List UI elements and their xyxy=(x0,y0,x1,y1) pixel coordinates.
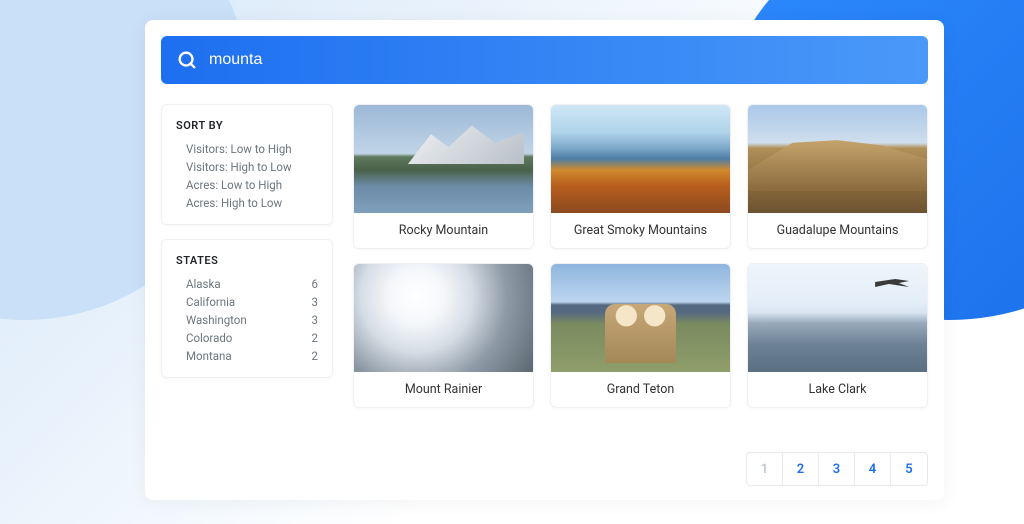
page-number[interactable]: 3 xyxy=(819,453,855,485)
result-title: Great Smoky Mountains xyxy=(551,213,730,248)
state-name: Alaska xyxy=(186,277,221,291)
result-thumbnail xyxy=(748,264,927,372)
search-icon xyxy=(165,49,209,71)
state-name: Montana xyxy=(186,349,232,363)
result-card[interactable]: Great Smoky Mountains xyxy=(550,104,731,249)
result-thumbnail xyxy=(551,264,730,372)
result-title: Guadalupe Mountains xyxy=(748,213,927,248)
states-title: STATES xyxy=(176,254,318,267)
content-row: SORT BY Visitors: Low to High Visitors: … xyxy=(161,104,928,408)
result-card[interactable]: Lake Clark xyxy=(747,263,928,408)
sort-option[interactable]: Visitors: Low to High xyxy=(186,142,318,156)
main-panel: SORT BY Visitors: Low to High Visitors: … xyxy=(145,20,944,500)
page-number[interactable]: 4 xyxy=(855,453,891,485)
states-card: STATES Alaska 6 California 3 Washington … xyxy=(161,239,333,378)
result-card[interactable]: Guadalupe Mountains xyxy=(747,104,928,249)
sort-option[interactable]: Acres: Low to High xyxy=(186,178,318,192)
result-title: Rocky Mountain xyxy=(354,213,533,248)
state-filter[interactable]: Montana 2 xyxy=(186,349,318,363)
result-thumbnail xyxy=(551,105,730,213)
sidebar: SORT BY Visitors: Low to High Visitors: … xyxy=(161,104,333,408)
state-count: 3 xyxy=(312,313,318,327)
state-name: Washington xyxy=(186,313,247,327)
page-number-current: 1 xyxy=(747,453,783,485)
result-card[interactable]: Grand Teton xyxy=(550,263,731,408)
state-count: 3 xyxy=(312,295,318,309)
sort-option[interactable]: Acres: High to Low xyxy=(186,196,318,210)
state-name: Colorado xyxy=(186,331,232,345)
state-filter[interactable]: Washington 3 xyxy=(186,313,318,327)
state-filter[interactable]: California 3 xyxy=(186,295,318,309)
result-title: Lake Clark xyxy=(748,372,927,407)
state-name: California xyxy=(186,295,235,309)
sort-title: SORT BY xyxy=(176,119,318,132)
pagination: 1 2 3 4 5 xyxy=(746,452,928,486)
search-input[interactable] xyxy=(209,51,924,69)
state-filter[interactable]: Colorado 2 xyxy=(186,331,318,345)
result-title: Grand Teton xyxy=(551,372,730,407)
state-count: 2 xyxy=(312,331,318,345)
results-grid: Rocky Mountain Great Smoky Mountains Gua… xyxy=(353,104,928,408)
result-card[interactable]: Mount Rainier xyxy=(353,263,534,408)
search-bar xyxy=(161,36,928,84)
result-thumbnail xyxy=(354,264,533,372)
result-title: Mount Rainier xyxy=(354,372,533,407)
state-filter[interactable]: Alaska 6 xyxy=(186,277,318,291)
state-count: 6 xyxy=(312,277,318,291)
sort-card: SORT BY Visitors: Low to High Visitors: … xyxy=(161,104,333,225)
state-count: 2 xyxy=(312,349,318,363)
result-thumbnail xyxy=(354,105,533,213)
result-thumbnail xyxy=(748,105,927,213)
sort-option[interactable]: Visitors: High to Low xyxy=(186,160,318,174)
page-number[interactable]: 5 xyxy=(891,453,927,485)
page-number[interactable]: 2 xyxy=(783,453,819,485)
result-card[interactable]: Rocky Mountain xyxy=(353,104,534,249)
